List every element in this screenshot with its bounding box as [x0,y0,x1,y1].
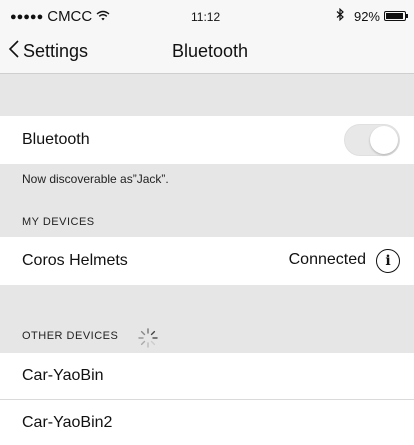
signal-dots-icon: ●●●●● [10,10,44,23]
my-devices-header: MY DEVICES [22,216,95,228]
other-device-name: Car-YaoBin [22,367,104,384]
bluetooth-icon [336,7,345,24]
back-label: Settings [23,40,89,61]
back-button[interactable]: Settings [8,39,88,63]
status-bar: ●●●●● CMCC 11:12 92% [0,0,414,34]
battery-icon [384,11,408,21]
carrier-name: CMCC [47,8,93,25]
bluetooth-toggle[interactable] [344,124,400,156]
device-status: Connected [288,251,366,268]
other-devices-header: OTHER DEVICES [22,330,119,342]
other-device-row[interactable]: Car-YaoBin [0,353,414,399]
page-title: Bluetooth [172,41,249,61]
toggle-knob [370,126,398,154]
bluetooth-label: Bluetooth [22,131,90,148]
chevron-left-icon [8,39,20,63]
device-row[interactable]: Coros Helmets Connected i [0,237,414,285]
status-time: 11:12 [191,10,221,24]
bluetooth-row: Bluetooth [0,116,414,164]
navigation-bar: Settings Bluetooth [0,34,414,74]
loading-spinner-icon [137,327,159,349]
other-device-name: Car-YaoBin2 [22,413,113,431]
battery-percent: 92% [353,8,380,24]
status-right: 92% [336,7,408,24]
discoverable-caption: Now discoverable as”Jack”. [22,172,169,186]
wifi-icon [96,9,110,24]
status-left: ●●●●● CMCC [10,8,110,25]
other-device-row[interactable]: Car-YaoBin2 [0,400,414,445]
device-name: Coros Helmets [22,252,128,269]
info-icon[interactable]: i [376,249,400,273]
